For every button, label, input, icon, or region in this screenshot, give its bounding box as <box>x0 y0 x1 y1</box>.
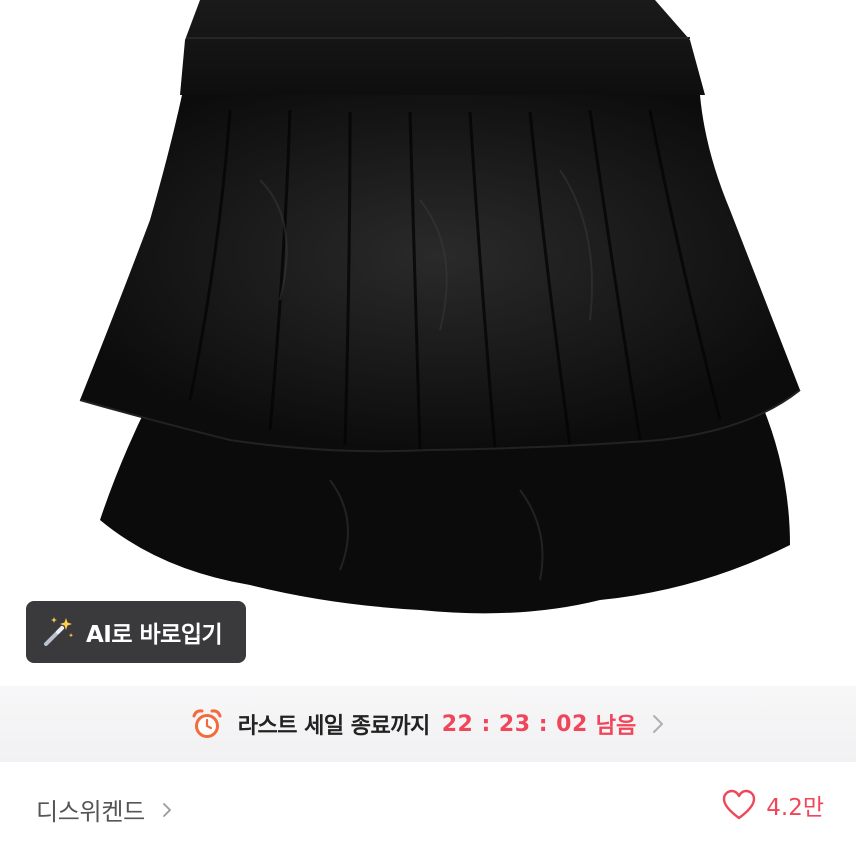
ai-try-on-button[interactable]: AI로 바로입기 <box>26 601 246 663</box>
like-button[interactable]: 4.2만 <box>722 788 824 822</box>
last-sale-banner[interactable]: 라스트 세일 종료까지 22 : 23 : 02 남음 <box>0 686 856 762</box>
sale-countdown-timer: 22 : 23 : 02 <box>441 711 588 737</box>
sale-countdown-label: 라스트 세일 종료까지 <box>237 714 430 739</box>
product-image[interactable] <box>0 0 856 700</box>
brand-link[interactable]: 디스위켄드 <box>36 792 173 827</box>
ai-try-on-label: AI로 바로입기 <box>86 622 223 648</box>
sale-remaining-label: 남음 <box>595 714 637 739</box>
heart-icon <box>723 789 756 820</box>
magic-wand-icon <box>44 617 74 646</box>
brand-name: 디스위켄드 <box>36 798 145 826</box>
last-sale-link[interactable]: 라스트 세일 종료까지 22 : 23 : 02 남음 <box>190 707 667 741</box>
alarm-clock-icon <box>192 709 222 738</box>
chevron-right-icon <box>163 802 171 817</box>
brand-like-row: 디스위켄드 4.2만 <box>0 762 856 856</box>
chevron-right-icon <box>653 715 664 733</box>
like-count: 4.2만 <box>766 795 824 821</box>
skirt-photo <box>79 0 801 614</box>
